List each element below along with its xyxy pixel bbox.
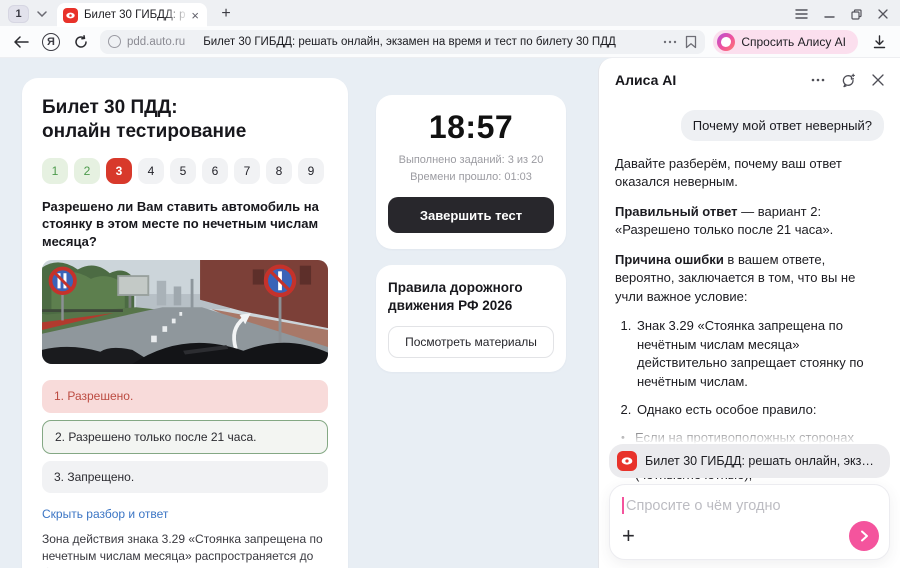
answer-option-3[interactable]: 3. Запрещено. xyxy=(42,461,328,493)
bookmark-icon[interactable] xyxy=(685,35,697,49)
question-photo xyxy=(42,260,328,364)
question-pill-4[interactable]: 4 xyxy=(138,158,164,184)
send-button[interactable] xyxy=(849,521,879,551)
quiz-title: Билет 30 ПДД: онлайн тестирование xyxy=(42,96,328,144)
alice-panel-title: Алиса AI xyxy=(615,72,676,88)
attach-plus-icon[interactable]: + xyxy=(622,525,635,547)
alice-logo-icon xyxy=(717,33,735,51)
restore-icon[interactable] xyxy=(851,9,862,20)
autoru-favicon-icon xyxy=(63,8,78,23)
site-icon xyxy=(108,35,121,48)
address-bar[interactable]: pdd.auto.ru Билет 30 ГИБДД: решать онлай… xyxy=(100,30,705,54)
minimize-icon[interactable] xyxy=(824,9,835,19)
window-controls xyxy=(795,9,894,20)
pdd-page: Билет 30 ПДД: онлайн тестирование 123456… xyxy=(0,58,598,568)
alice-input-area: Билет 30 ГИБДД: решать онлайн, экза... С… xyxy=(609,444,890,560)
browser-tab[interactable]: Билет 30 ГИБДД: р × xyxy=(57,3,207,27)
alice-panel: Алиса AI Почему мой ответ неверный? Дава… xyxy=(598,58,900,568)
materials-title: Правила дорожного движения РФ 2026 xyxy=(388,279,554,314)
question-pill-8[interactable]: 8 xyxy=(266,158,292,184)
alice-close-icon[interactable] xyxy=(872,74,884,86)
page-title-text: Билет 30 ГИБДД: решать онлайн, экзамен н… xyxy=(203,36,657,48)
input-placeholder: Спросите о чём угодно xyxy=(626,498,781,514)
url-domain: pdd.auto.ru xyxy=(127,36,185,48)
tabs-chevron-down-icon[interactable] xyxy=(33,5,51,23)
autoru-chip-icon xyxy=(617,451,637,471)
timer-card: 18:57 Выполнено заданий: 3 из 20 Времени… xyxy=(376,95,566,249)
answer-option-2[interactable]: 2. Разрешено только после 21 часа. xyxy=(42,420,328,454)
right-column: 18:57 Выполнено заданий: 3 из 20 Времени… xyxy=(376,78,566,568)
toggle-explanation-link[interactable]: Скрыть разбор и ответ xyxy=(42,507,168,521)
browser-window: 1 Билет 30 ГИБДД: р × + Я pdd. xyxy=(0,0,900,568)
question-pill-7[interactable]: 7 xyxy=(234,158,260,184)
question-nav: 1234567891011 xyxy=(42,158,328,184)
quiz-card: Билет 30 ПДД: онлайн тестирование 123456… xyxy=(22,78,348,568)
back-icon[interactable] xyxy=(10,31,32,53)
browser-toolbar: Я pdd.auto.ru Билет 30 ГИБДД: решать онл… xyxy=(0,26,900,58)
road-scene xyxy=(42,260,328,364)
timer-countdown: 18:57 xyxy=(388,109,554,146)
new-tab-button[interactable]: + xyxy=(215,3,237,25)
explanation-text: Зона действия знака 3.29 «Стоянка запрещ… xyxy=(42,531,328,568)
view-materials-button[interactable]: Посмотреть материалы xyxy=(388,326,554,358)
tab-bar: 1 Билет 30 ГИБДД: р × + xyxy=(0,0,900,26)
materials-card: Правила дорожного движения РФ 2026 Посмо… xyxy=(376,265,566,372)
tab-close-icon[interactable]: × xyxy=(189,8,201,23)
refresh-icon[interactable] xyxy=(70,31,92,53)
ask-alice-button[interactable]: Спросить Алису AI xyxy=(713,30,858,54)
question-pill-3[interactable]: 3 xyxy=(106,158,132,184)
text-cursor xyxy=(622,497,624,514)
question-pill-1[interactable]: 1 xyxy=(42,158,68,184)
chat-input[interactable]: Спросите о чём угодно + xyxy=(609,484,890,560)
finish-test-button[interactable]: Завершить тест xyxy=(388,197,554,233)
question-pill-2[interactable]: 2 xyxy=(74,158,100,184)
alice-header: Алиса AI xyxy=(599,58,900,96)
no-parking-even-sign xyxy=(50,269,74,294)
tab-count-badge[interactable]: 1 xyxy=(8,5,29,23)
new-chat-icon[interactable] xyxy=(841,73,856,88)
window-close-icon[interactable] xyxy=(878,9,888,19)
question-pill-6[interactable]: 6 xyxy=(202,158,228,184)
question-text: Разрешено ли Вам ставить автомобиль на с… xyxy=(42,198,328,251)
alice-more-icon[interactable] xyxy=(811,78,825,82)
question-pill-5[interactable]: 5 xyxy=(170,158,196,184)
user-message-bubble: Почему мой ответ неверный? xyxy=(681,110,884,141)
browser-menu-icon[interactable] xyxy=(795,9,808,19)
answer-option-1[interactable]: 1. Разрешено. xyxy=(42,380,328,412)
timer-stats: Выполнено заданий: 3 из 20 Времени прошл… xyxy=(388,152,554,185)
more-actions-icon[interactable] xyxy=(663,40,677,44)
answers-list: 1. Разрешено. 2. Разрешено только после 2… xyxy=(42,380,328,493)
question-pill-9[interactable]: 9 xyxy=(298,158,324,184)
yandex-home-icon[interactable]: Я xyxy=(40,31,62,53)
downloads-icon[interactable] xyxy=(868,31,890,53)
content-area: Билет 30 ПДД: онлайн тестирование 123456… xyxy=(0,58,900,568)
no-parking-odd-sign xyxy=(266,267,294,295)
tab-title: Билет 30 ГИБДД: р xyxy=(84,9,189,21)
page-context-chip[interactable]: Билет 30 ГИБДД: решать онлайн, экза... xyxy=(609,444,890,478)
